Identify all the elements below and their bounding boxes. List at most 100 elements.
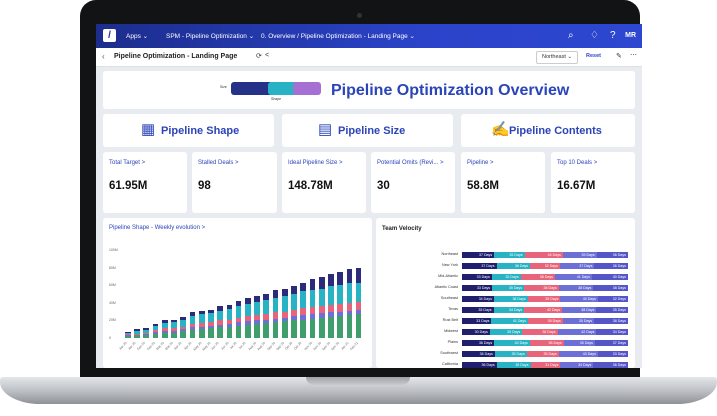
bar-segment[interactable] (143, 332, 150, 335)
bar-segment[interactable] (134, 329, 140, 331)
velocity-segment[interactable]: 35 Days (596, 307, 628, 313)
kpi-top-10-deals[interactable]: Top 10 Deals > 16.67M (551, 152, 635, 213)
bar-segment[interactable] (281, 321, 288, 338)
bar-segment[interactable] (125, 334, 131, 336)
velocity-segment[interactable]: 33 Days (462, 274, 492, 280)
velocity-segment[interactable]: 42 Days (524, 307, 563, 313)
bar-segment[interactable] (254, 320, 260, 324)
bar-segment[interactable] (198, 326, 205, 330)
bar-segment[interactable] (217, 320, 224, 325)
breadcrumb[interactable]: 0. Overview / Pipeline Optimization - La… (261, 32, 415, 40)
bar-segment[interactable] (328, 286, 334, 305)
velocity-segment[interactable]: 37 Days (462, 263, 497, 269)
search-icon[interactable]: ⌕ (568, 30, 574, 41)
bar-segment[interactable] (171, 322, 177, 329)
bar-segment[interactable] (125, 336, 131, 338)
kpi-label[interactable]: Potential Omits (Revi... > (377, 160, 444, 166)
bar-segment[interactable] (235, 317, 242, 323)
bar-segment[interactable] (300, 315, 307, 320)
bar-segment[interactable] (189, 330, 196, 338)
kpi-pipeline[interactable]: Pipeline > 58.8M (461, 152, 545, 213)
bar-segment[interactable] (245, 298, 251, 304)
bar-segment[interactable] (134, 333, 140, 335)
back-chevron-icon[interactable]: ‹ (102, 52, 105, 61)
velocity-segment[interactable]: 34 Days (462, 296, 494, 302)
velocity-segment[interactable]: 38 Days (529, 340, 564, 346)
velocity-segment[interactable]: 31 Days (530, 362, 561, 368)
bar-segment[interactable] (226, 326, 233, 338)
bar-segment[interactable] (152, 331, 159, 334)
help-icon[interactable]: ? (610, 30, 616, 41)
velocity-segment[interactable]: 30 Days (462, 329, 490, 335)
bar-segment[interactable] (328, 316, 334, 338)
velocity-segment[interactable]: 38 Days (594, 318, 628, 324)
bar-segment[interactable] (355, 314, 362, 338)
bar-segment[interactable] (291, 294, 297, 310)
bar-segment[interactable] (272, 318, 279, 323)
bar-segment[interactable] (337, 316, 344, 338)
bar-segment[interactable] (171, 330, 177, 333)
bar-segment[interactable] (291, 286, 297, 294)
bar-segment[interactable] (235, 322, 242, 326)
bar-segment[interactable] (300, 308, 307, 316)
edit-pencil-icon[interactable]: ✎ (616, 52, 622, 60)
bar-segment[interactable] (263, 319, 270, 324)
bar-segment[interactable] (171, 332, 177, 338)
bar-segment[interactable] (281, 288, 288, 296)
bar-segment[interactable] (346, 302, 353, 311)
bar-segment[interactable] (208, 325, 214, 329)
bar-segment[interactable] (281, 317, 288, 322)
share-icon[interactable]: < (265, 52, 269, 59)
bar-segment[interactable] (198, 329, 205, 338)
bar-segment[interactable] (300, 291, 307, 309)
bar-segment[interactable] (355, 301, 362, 310)
bar-segment[interactable] (245, 303, 251, 316)
bar-segment[interactable] (254, 315, 260, 321)
velocity-segment[interactable]: 34 Days (560, 362, 594, 368)
velocity-segment[interactable]: 32 Days (491, 274, 521, 280)
bar-segment[interactable] (143, 334, 150, 336)
velocity-segment[interactable]: 36 Days (493, 296, 528, 302)
bar-segment[interactable] (281, 311, 288, 318)
bar-segment[interactable] (125, 331, 131, 333)
bar-segment[interactable] (143, 335, 150, 338)
bar-segment[interactable] (217, 327, 224, 338)
velocity-segment[interactable]: 37 Days (594, 340, 628, 346)
bar-segment[interactable] (309, 314, 316, 319)
bar-segment[interactable] (254, 323, 260, 338)
kpi-label[interactable]: Ideal Pipeline Size > (288, 160, 343, 166)
bar-segment[interactable] (328, 304, 334, 313)
bar-segment[interactable] (189, 316, 196, 324)
bar-segment[interactable] (272, 322, 279, 338)
bar-segment[interactable] (226, 319, 233, 324)
apps-menu[interactable]: Apps ⌄ (126, 32, 148, 40)
section-pipeline-size[interactable]: ▤ Pipeline Size (282, 114, 453, 147)
bar-segment[interactable] (355, 267, 362, 283)
velocity-segment[interactable]: 36 Days (496, 263, 531, 269)
kpi-label[interactable]: Top 10 Deals > (557, 160, 597, 166)
bar-segment[interactable] (328, 273, 334, 287)
velocity-segment[interactable]: 33 Days (462, 318, 492, 324)
bar-segment[interactable] (337, 285, 344, 304)
velocity-segment[interactable]: 34 Days (596, 329, 628, 335)
bar-segment[interactable] (263, 294, 270, 301)
user-avatar[interactable]: MR (625, 32, 636, 39)
velocity-segment[interactable]: 44 Days (524, 252, 563, 258)
kpi-ideal-pipeline-size[interactable]: Ideal Pipeline Size > 148.78M (282, 152, 366, 213)
bar-segment[interactable] (125, 332, 131, 335)
bar-segment[interactable] (180, 316, 187, 320)
bar-segment[interactable] (263, 323, 270, 338)
bar-segment[interactable] (189, 327, 196, 331)
kpi-stalled-deals[interactable]: Stalled Deals > 98 (192, 152, 277, 213)
bar-segment[interactable] (161, 332, 168, 338)
bar-segment[interactable] (309, 318, 316, 338)
velocity-segment[interactable]: 38 Days (558, 285, 594, 291)
velocity-segment[interactable]: 38 Days (524, 285, 559, 291)
bar-segment[interactable] (161, 320, 168, 324)
velocity-segment[interactable]: 37 Days (462, 252, 495, 258)
bar-segment[interactable] (180, 326, 187, 330)
bar-segment[interactable] (272, 297, 279, 313)
bar-segment[interactable] (245, 321, 251, 325)
bar-segment[interactable] (291, 316, 297, 321)
velocity-segment[interactable]: 33 Days (462, 285, 493, 291)
